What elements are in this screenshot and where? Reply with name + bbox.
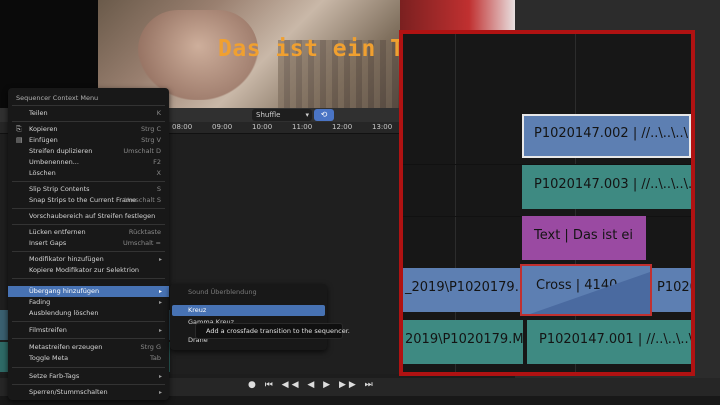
clip-p1020147-003[interactable]: P1020147.003 | //..\..\..\..\P: [522, 165, 691, 209]
clip-p1020147-002[interactable]: P1020147.002 | //..\..\..\..\P: [522, 114, 691, 158]
snap-toggle-button[interactable]: ⟲: [314, 109, 334, 121]
submenu-item-sound-crossfade[interactable]: Sound Überblendung: [172, 287, 325, 298]
menu-item-lock-mute[interactable]: Sperren/Stummschalten ▸: [8, 387, 169, 398]
menu-item-delete[interactable]: Löschen X: [8, 168, 169, 179]
clip-text[interactable]: Text | Das ist ei: [522, 216, 646, 260]
menu-item-paste[interactable]: ▤ Einfügen Strg V: [8, 135, 169, 146]
zoomed-strips-panel: P1020147.002 | //..\..\..\..\P P1020147.…: [399, 30, 695, 376]
menu-item-insert-gaps[interactable]: Insert Gaps Umschalt =: [8, 238, 169, 249]
menu-separator: [12, 208, 165, 209]
ruler-tick: 12:00: [332, 123, 353, 131]
menu-item-strips[interactable]: Filmstreifen ▸: [8, 325, 169, 336]
clip-p1020-right[interactable]: P1020: [652, 268, 691, 312]
menu-item-duplicate[interactable]: Streifen duplizieren Umschalt D: [8, 146, 169, 157]
ruler-tick: 08:00: [172, 123, 193, 131]
menu-item-copy[interactable]: ⎘ Kopieren Strg C: [8, 124, 169, 135]
menu-item-color-tags[interactable]: Setze Farb-Tags ▸: [8, 371, 169, 382]
menu-item-fading[interactable]: Fading ▸: [8, 297, 169, 308]
menu-separator: [12, 367, 165, 368]
snap-mode-dropdown[interactable]: Shuffle: [252, 109, 312, 121]
menu-separator: [12, 321, 165, 322]
tooltip: Add a crossfade transition to the sequen…: [195, 323, 350, 339]
clip-cross-transition[interactable]: Cross | 4140: [520, 264, 652, 316]
menu-item-make-meta[interactable]: Metastreifen erzeugen Strg G: [8, 342, 169, 353]
menu-item-clear-fade[interactable]: Ausblendung löschen: [8, 308, 169, 319]
transition-submenu: Sound Überblendung Kreuz Gamma Kreuz Dra…: [170, 284, 327, 350]
clip-p1020179-left[interactable]: _2019\P1020179.: [403, 268, 521, 312]
playback-controls[interactable]: ● ⏮ ◀◀ ◀ ▶ ▶▶ ⏭: [248, 380, 376, 390]
copy-icon: ⎘: [16, 125, 22, 133]
menu-separator: [12, 181, 165, 182]
menu-item-set-preview-range[interactable]: Vorschaubereich auf Streifen festlegen: [8, 211, 169, 222]
menu-item-add-transition[interactable]: Übergang hinzufügen ▸: [8, 286, 169, 297]
sequencer-context-menu: Sequencer Context Menu Teilen K ⎘ Kopieren…: [8, 88, 169, 400]
menu-item-split[interactable]: Teilen K: [8, 108, 169, 119]
paste-icon: ▤: [16, 136, 23, 144]
menu-item-slip[interactable]: Slip Strip Contents S: [8, 184, 169, 195]
menu-separator: [12, 121, 165, 122]
menu-separator: [12, 384, 165, 385]
menu-separator: [12, 224, 165, 225]
ruler-tick: 11:00: [292, 123, 313, 131]
menu-item-snap[interactable]: Snap Strips to the Current Frame Umschalt…: [8, 195, 169, 206]
ruler-tick: 10:00: [252, 123, 273, 131]
menu-item-rename[interactable]: Umbenennen... F2: [8, 157, 169, 168]
menu-title: Sequencer Context Menu: [16, 94, 99, 102]
menu-item-remove-gaps[interactable]: Lücken entfernen Rücktaste: [8, 227, 169, 238]
ruler-tick: 09:00: [212, 123, 233, 131]
menu-separator: [12, 105, 165, 106]
menu-item-toggle-meta[interactable]: Toggle Meta Tab: [8, 353, 169, 364]
clip-p1020179-mov[interactable]: 2019\P1020179.M: [403, 320, 523, 364]
menu-item-add-modifier[interactable]: Modifikator hinzufügen ▸: [8, 254, 169, 265]
submenu-item-cross[interactable]: Kreuz: [172, 305, 325, 316]
preview-overlay-text: Das ist ein T: [218, 36, 405, 62]
cross-fade-shape: [530, 272, 650, 314]
ruler-tick: 13:00: [372, 123, 393, 131]
menu-item-copy-modifier[interactable]: Kopiere Modifikator zur Selektrion: [8, 265, 169, 276]
menu-separator: [12, 251, 165, 252]
clip-p1020147-001[interactable]: P1020147.001 | //..\..\..\..\P: [527, 320, 691, 364]
menu-separator: [12, 338, 165, 339]
menu-separator: [12, 278, 165, 279]
